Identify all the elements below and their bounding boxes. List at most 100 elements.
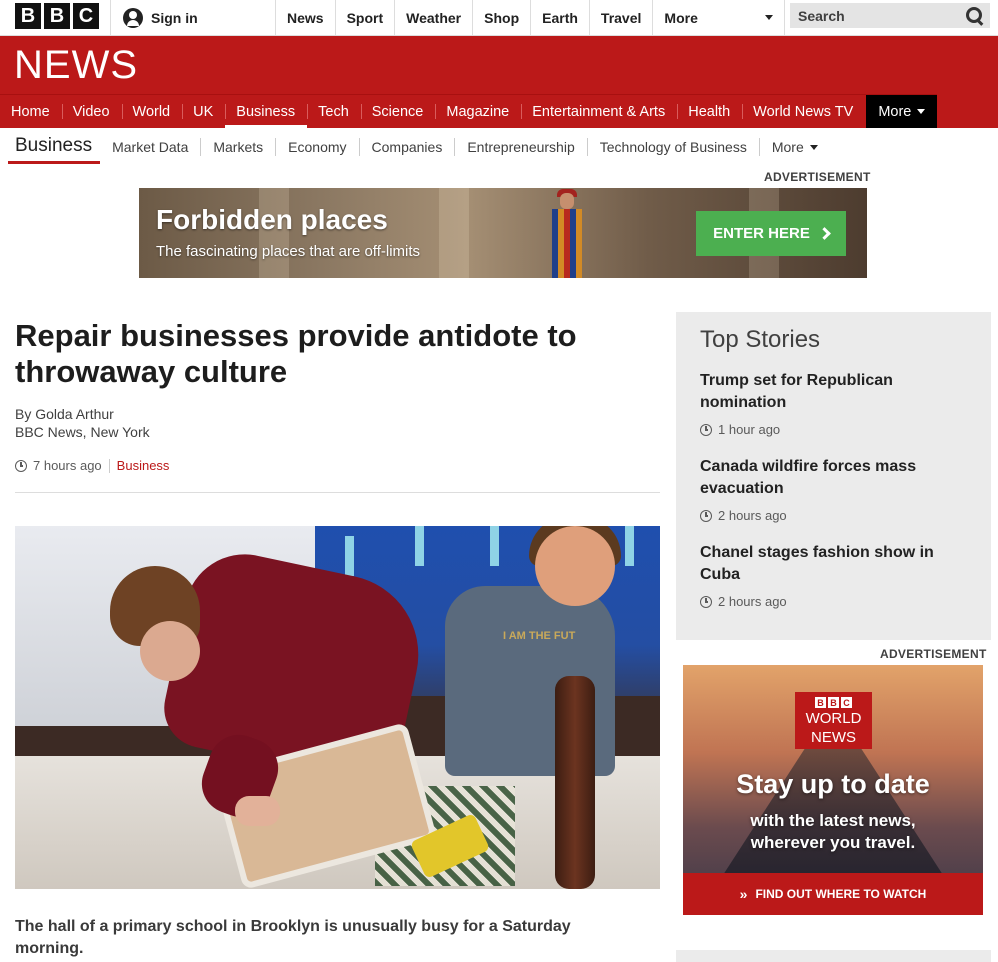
shirt-text: I AM THE FUT — [503, 630, 576, 642]
section-nav-markets[interactable]: Markets — [200, 138, 275, 156]
top-story-headline[interactable]: Trump set for Republican nomination — [700, 370, 970, 414]
top-story-meta: 2 hours ago — [700, 508, 970, 523]
clock-icon — [700, 509, 712, 522]
advertisement-label: ADVERTISEMENT — [880, 647, 987, 661]
double-chevron-right-icon: » — [739, 886, 748, 902]
sign-in-label: Sign in — [151, 9, 198, 26]
top-story-item[interactable]: Canada wildfire forces mass evacuation 2… — [700, 456, 970, 523]
news-wordmark[interactable]: NEWS — [14, 43, 138, 88]
news-nav-more-label: More — [878, 103, 912, 120]
news-nav-tech[interactable]: Tech — [307, 95, 361, 128]
chevron-down-icon — [809, 144, 818, 150]
global-nav: News Sport Weather Shop Earth Travel Mor… — [275, 0, 786, 35]
global-nav-weather[interactable]: Weather — [394, 0, 472, 35]
top-story-item[interactable]: Trump set for Republican nomination 1 ho… — [700, 370, 970, 437]
top-story-headline[interactable]: Chanel stages fashion show in Cuba — [700, 542, 970, 586]
ad-title: Stay up to date — [736, 769, 930, 799]
sign-in-link[interactable]: Sign in — [110, 0, 275, 35]
global-nav-shop[interactable]: Shop — [472, 0, 530, 35]
search-icon[interactable] — [966, 6, 984, 25]
clock-icon — [700, 423, 712, 436]
news-masthead: NEWS Home Video World UK Business Tech S… — [0, 36, 998, 129]
section-nav-technology-of-business[interactable]: Technology of Business — [586, 138, 759, 156]
article-headline: Repair businesses provide antidote to th… — [15, 318, 577, 389]
top-story-timestamp: 2 hours ago — [718, 508, 787, 523]
bbc-world-news-logo: B B C WORLD NEWS — [795, 692, 872, 749]
enter-here-label: ENTER HERE — [713, 225, 810, 242]
top-stories-title: Top Stories — [700, 326, 821, 353]
cta-label: FIND OUT WHERE TO WATCH — [755, 887, 927, 901]
news-nav-home[interactable]: Home — [0, 95, 62, 128]
clock-icon — [15, 459, 27, 472]
clock-icon — [700, 595, 712, 608]
section-nav-market-data[interactable]: Market Data — [100, 138, 200, 156]
sidebar-next-panel — [676, 950, 991, 962]
divider — [15, 492, 660, 493]
section-nav-economy[interactable]: Economy — [275, 138, 358, 156]
top-story-item[interactable]: Chanel stages fashion show in Cuba 2 hou… — [700, 542, 970, 609]
news-nav-world[interactable]: World — [121, 95, 183, 128]
news-nav-magazine[interactable]: Magazine — [435, 95, 521, 128]
article-main-image: I AM THE FUT — [15, 526, 660, 889]
bbc-logo-letter: C — [73, 3, 99, 29]
news-nav-science[interactable]: Science — [360, 95, 436, 128]
global-nav-travel[interactable]: Travel — [588, 0, 652, 35]
divider — [108, 458, 110, 473]
bbc-logo[interactable]: B B C — [15, 3, 99, 29]
section-nav-companies[interactable]: Companies — [358, 138, 455, 156]
top-story-timestamp: 1 hour ago — [718, 422, 781, 437]
section-nav: Business Market Data Markets Economy Com… — [0, 128, 998, 166]
enter-here-button[interactable]: ENTER HERE — [696, 211, 846, 256]
chevron-down-icon — [917, 109, 926, 114]
ad-subtitle: with the latest news, — [750, 811, 916, 830]
chevron-right-icon — [817, 227, 831, 240]
bbc-logo-letter: B — [815, 697, 826, 708]
advertisement-label: ADVERTISEMENT — [764, 170, 871, 184]
bbc-logo-letter: B — [44, 3, 70, 29]
bbc-logo-letter: B — [15, 3, 41, 29]
logo-line: NEWS — [811, 729, 856, 746]
find-out-where-to-watch-button[interactable]: » FIND OUT WHERE TO WATCH — [683, 873, 983, 915]
account-icon — [123, 7, 143, 28]
logo-line: WORLD — [805, 710, 862, 727]
top-story-headline[interactable]: Canada wildfire forces mass evacuation — [700, 456, 970, 500]
article-lede: The hall of a primary school in Brooklyn… — [15, 918, 571, 957]
top-story-meta: 1 hour ago — [700, 422, 970, 437]
bbc-logo-letter: C — [841, 697, 852, 708]
section-nav-more-label: More — [771, 139, 804, 155]
bbc-logo-letter: B — [828, 697, 839, 708]
global-nav-news[interactable]: News — [275, 0, 335, 35]
ad-subtitle: The fascinating places that are off-limi… — [156, 243, 421, 260]
ad-subtitle: wherever you travel. — [750, 833, 916, 852]
banner-ad[interactable]: Forbidden places The fascinating places … — [139, 188, 867, 278]
ad-decor — [439, 188, 469, 278]
section-title[interactable]: Business — [8, 130, 101, 164]
news-nav-video[interactable]: Video — [61, 95, 122, 128]
search-input[interactable]: Search — [790, 3, 990, 28]
section-nav-entrepreneurship[interactable]: Entrepreneurship — [454, 138, 586, 156]
news-nav-business[interactable]: Business — [225, 95, 308, 129]
article-timestamp: 7 hours ago — [33, 458, 102, 473]
top-stories-panel: Top Stories Trump set for Republican nom… — [676, 312, 991, 640]
top-story-timestamp: 2 hours ago — [718, 594, 787, 609]
global-nav-more[interactable]: More — [652, 0, 786, 35]
top-story-meta: 2 hours ago — [700, 594, 970, 609]
chevron-down-icon — [765, 15, 774, 20]
ad-title: Forbidden places — [156, 204, 388, 235]
byline-role: BBC News, New York — [15, 424, 150, 440]
global-nav-sport[interactable]: Sport — [334, 0, 395, 35]
section-nav-more[interactable]: More — [758, 138, 830, 156]
news-nav: Home Video World UK Business Tech Scienc… — [0, 94, 938, 129]
byline-author: By Golda Arthur — [15, 406, 114, 422]
news-nav-more[interactable]: More — [866, 95, 938, 128]
article-meta: 7 hours ago Business — [15, 458, 169, 473]
sidebar-ad[interactable]: B B C WORLD NEWS Stay up to date with th… — [683, 665, 983, 915]
news-nav-entertainment[interactable]: Entertainment & Arts — [521, 95, 677, 128]
article-topic-link[interactable]: Business — [117, 458, 170, 473]
news-nav-health[interactable]: Health — [677, 95, 742, 128]
search-placeholder: Search — [798, 7, 845, 24]
global-nav-earth[interactable]: Earth — [530, 0, 589, 35]
news-nav-world-news-tv[interactable]: World News TV — [742, 95, 865, 128]
swiss-guard-figure — [549, 189, 585, 278]
news-nav-uk[interactable]: UK — [182, 95, 225, 128]
